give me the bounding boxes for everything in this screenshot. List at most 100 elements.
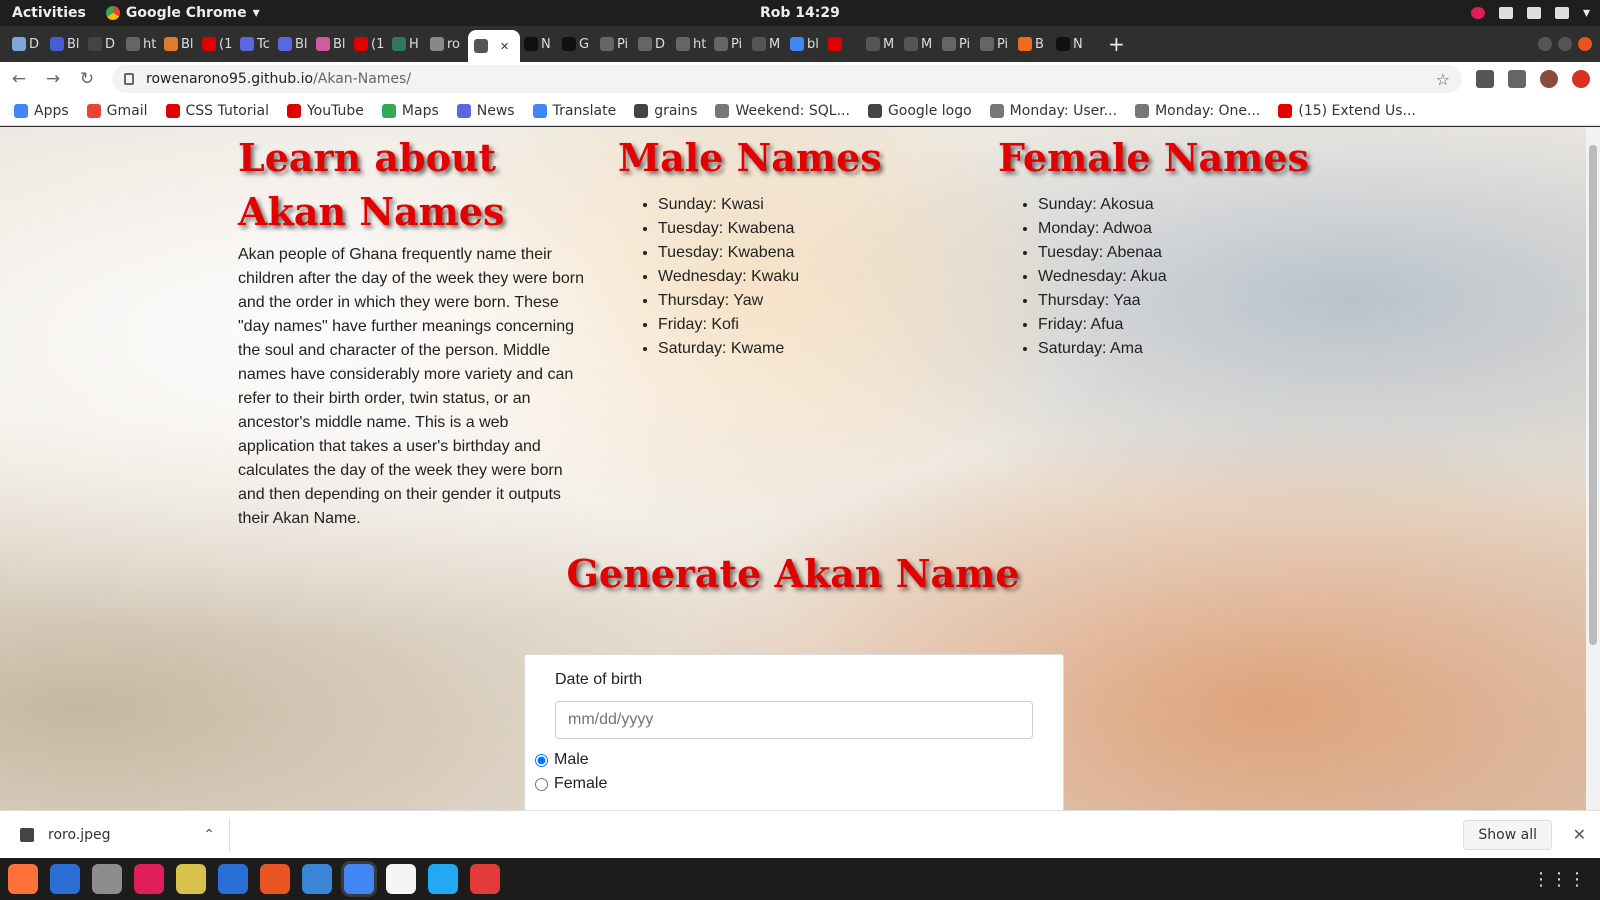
female-option[interactable]: Female <box>535 775 1033 793</box>
male-radio-label[interactable]: Male <box>554 751 589 769</box>
tab[interactable]: G <box>562 30 596 58</box>
bookmark-item[interactable]: Weekend: SQL... <box>715 103 850 119</box>
bookmark-item[interactable]: (15) Extend Us... <box>1278 103 1416 119</box>
name-list-item: Monday: Adwoa <box>1038 217 1338 241</box>
tab-active[interactable]: ✕ <box>468 30 520 62</box>
scrollbar-thumb[interactable] <box>1589 145 1597 645</box>
tab[interactable]: M <box>866 30 900 58</box>
female-radio[interactable] <box>535 777 548 791</box>
web-page: Learn about Akan Names Akan people of Gh… <box>0 127 1586 810</box>
bookmark-item[interactable]: Apps <box>14 103 69 119</box>
bookmark-item[interactable]: YouTube <box>286 103 364 119</box>
forward-button[interactable]: → <box>38 69 68 89</box>
tab[interactable]: D <box>638 30 672 58</box>
back-button[interactable]: ← <box>4 69 34 89</box>
female-radio-label[interactable]: Female <box>554 775 607 793</box>
address-bar[interactable]: rowenarono95.github.io/Akan-Names/ ☆ <box>112 65 1462 93</box>
chevron-down-icon[interactable]: ▾ <box>1583 5 1590 21</box>
tab[interactable]: B <box>1018 30 1052 58</box>
tab[interactable]: Bl <box>278 30 312 58</box>
writer-icon[interactable] <box>218 864 248 894</box>
lock-icon[interactable] <box>124 73 134 85</box>
show-all-button[interactable]: Show all <box>1463 819 1552 850</box>
tab-favicon-icon <box>942 37 956 51</box>
tab[interactable]: Bl <box>164 30 198 58</box>
minimize-button[interactable] <box>1538 37 1552 51</box>
bookmark-item[interactable]: Google logo <box>867 103 972 119</box>
chevron-up-icon[interactable]: ⌃ <box>203 827 215 843</box>
download-item[interactable]: roro.jpeg ⌃ <box>0 817 230 852</box>
close-tab-icon[interactable]: ✕ <box>500 40 509 53</box>
show-applications-icon[interactable]: ⋮⋮⋮ <box>1532 869 1586 890</box>
profile-avatar[interactable] <box>1540 70 1558 88</box>
tab[interactable]: D <box>88 30 122 58</box>
bookmark-item[interactable]: CSS Tutorial <box>165 103 269 119</box>
tab[interactable]: Pi <box>714 30 748 58</box>
system-tray[interactable]: ▾ <box>1470 5 1590 21</box>
tab[interactable]: Bl <box>316 30 350 58</box>
slack-tray-icon[interactable] <box>1470 7 1485 19</box>
bookmark-item[interactable]: Gmail <box>86 103 148 119</box>
dob-input[interactable] <box>555 701 1033 739</box>
bookmark-star-icon[interactable]: ☆ <box>1436 70 1450 89</box>
bookmark-item[interactable]: grains <box>634 103 697 119</box>
tab-label: ro <box>447 36 461 52</box>
update-alert-icon[interactable] <box>1572 70 1590 88</box>
tab-favicon-icon <box>600 37 614 51</box>
files-icon[interactable] <box>92 864 122 894</box>
maximize-button[interactable] <box>1558 37 1572 51</box>
tab[interactable]: Bl <box>50 30 84 58</box>
slack-icon[interactable] <box>134 864 164 894</box>
male-option[interactable]: Male <box>535 751 1033 769</box>
tab[interactable]: D <box>12 30 46 58</box>
new-tab-button[interactable]: + <box>1108 32 1125 56</box>
media-control-icon[interactable] <box>1508 70 1526 88</box>
text-editor-icon[interactable] <box>386 864 416 894</box>
activities-button[interactable]: Activities <box>0 5 98 21</box>
male-radio[interactable] <box>535 753 548 767</box>
reload-button[interactable]: ↻ <box>72 69 102 89</box>
bookmark-item[interactable]: Translate <box>532 103 616 119</box>
close-icon[interactable]: ✕ <box>1573 825 1586 844</box>
bookmark-item[interactable]: Maps <box>381 103 439 119</box>
dob-label: Date of birth <box>555 671 643 688</box>
clock[interactable]: Rob 14:29 <box>760 5 840 21</box>
bookmark-item[interactable]: Monday: One... <box>1135 103 1260 119</box>
tab[interactable]: M <box>904 30 938 58</box>
tab[interactable]: bl <box>790 30 824 58</box>
tab[interactable]: N <box>524 30 558 58</box>
page-scrollbar[interactable] <box>1586 127 1600 810</box>
wifi-icon[interactable] <box>1498 7 1513 19</box>
tab-label: Pi <box>959 36 971 52</box>
tab[interactable]: Tc <box>240 30 274 58</box>
password-icon[interactable] <box>176 864 206 894</box>
bookmark-label: (15) Extend Us... <box>1298 102 1416 119</box>
tab[interactable]: (1 <box>354 30 388 58</box>
battery-icon[interactable] <box>1554 7 1569 19</box>
tab[interactable]: Pi <box>600 30 634 58</box>
tab[interactable]: ht <box>676 30 710 58</box>
extensions-puzzle-icon[interactable] <box>1476 70 1494 88</box>
software-icon[interactable] <box>260 864 290 894</box>
tab[interactable]: Pi <box>942 30 976 58</box>
tab[interactable] <box>828 30 862 58</box>
firefox-icon[interactable] <box>8 864 38 894</box>
app-menu[interactable]: Google Chrome ▾ <box>98 5 268 21</box>
screenshot-icon[interactable] <box>470 864 500 894</box>
bookmark-favicon-icon <box>715 103 730 118</box>
tab[interactable]: ht <box>126 30 160 58</box>
help-icon[interactable] <box>302 864 332 894</box>
chrome-icon[interactable] <box>344 864 374 894</box>
tab[interactable]: M <box>752 30 786 58</box>
tab[interactable]: (1 <box>202 30 236 58</box>
tab[interactable]: N <box>1056 30 1090 58</box>
volume-icon[interactable] <box>1526 7 1541 19</box>
vscode-icon[interactable] <box>428 864 458 894</box>
tab[interactable]: Pi <box>980 30 1014 58</box>
bookmark-item[interactable]: Monday: User... <box>989 103 1117 119</box>
tab[interactable]: H <box>392 30 426 58</box>
tab[interactable]: ro <box>430 30 464 58</box>
bookmark-item[interactable]: News <box>456 103 515 119</box>
thunderbird-icon[interactable] <box>50 864 80 894</box>
close-window-button[interactable] <box>1578 37 1592 51</box>
